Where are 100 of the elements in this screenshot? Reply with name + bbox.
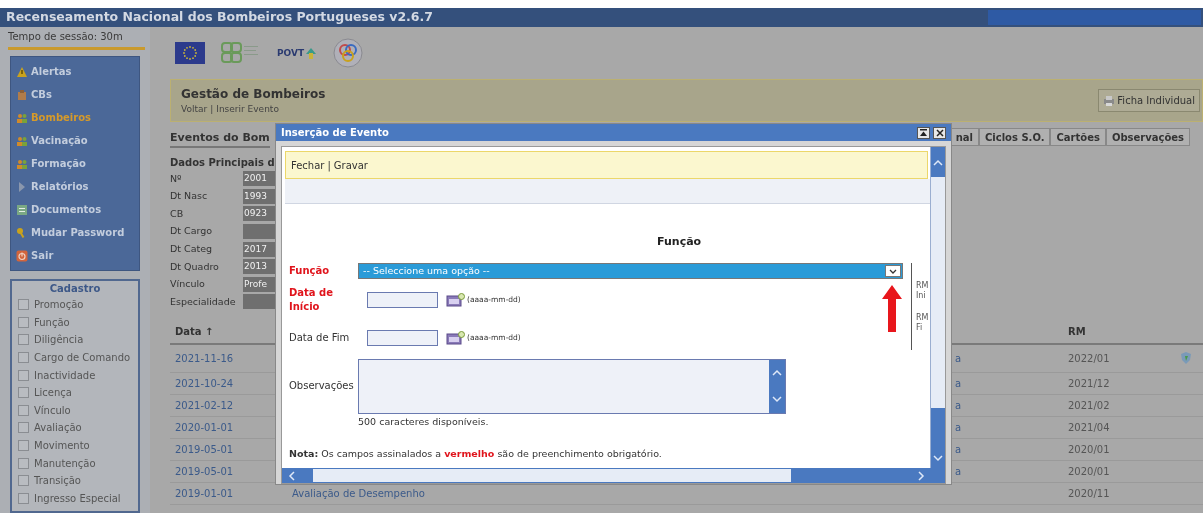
- calendar-icon[interactable]: [446, 330, 465, 345]
- window-title: Recenseamento Nacional dos Bombeiros Portugueses v2.6.7: [5, 8, 433, 27]
- field-value: 1993: [243, 188, 277, 204]
- up-arrow: [882, 285, 902, 332]
- table-cell-text: 2020/01: [1068, 464, 1111, 479]
- checkbox[interactable]: [18, 475, 29, 487]
- menu-item[interactable]: Mudar Password: [11, 221, 139, 244]
- separator: |: [210, 102, 214, 116]
- field-value: [243, 294, 277, 310]
- scroll-up-icon[interactable]: [933, 158, 943, 166]
- table-cell-text: 2021-11-16: [174, 351, 235, 366]
- table-cell-text: 2020/01: [1068, 442, 1111, 457]
- field-value: 2017: [243, 241, 277, 257]
- checkbox[interactable]: [18, 299, 29, 311]
- link[interactable]: Inserir Evento: [216, 102, 279, 117]
- field-label: Observações: [289, 379, 355, 393]
- subsection-title: Dados Principais d: [170, 156, 275, 170]
- field-value: [243, 224, 277, 240]
- ficha-individual-button[interactable]: Ficha Individual: [1098, 89, 1200, 112]
- scrollbar[interactable]: [769, 359, 785, 413]
- logo: POVT: [277, 46, 318, 60]
- power-icon: [16, 249, 28, 262]
- table-cell-text: 2022/01: [1068, 351, 1111, 366]
- link[interactable]: Voltar: [181, 102, 208, 117]
- document-icon: [16, 203, 28, 216]
- checkbox[interactable]: [18, 334, 29, 346]
- menu-item[interactable]: Vacinação: [11, 129, 139, 152]
- tab[interactable]: Cartões: [1050, 128, 1106, 146]
- caret-icon: [889, 268, 897, 274]
- table-cell-text: a: [955, 398, 963, 413]
- field-label: Dt Cargo: [170, 224, 214, 239]
- menu-item[interactable]: Sair: [11, 244, 139, 267]
- warning-icon: [16, 65, 28, 78]
- scroll-right-icon[interactable]: [918, 470, 925, 481]
- checkbox[interactable]: [18, 404, 29, 416]
- horizontal-scrollbar[interactable]: [282, 468, 945, 483]
- field-label: Dt Categ: [170, 242, 214, 257]
- observacoes-textarea[interactable]: [358, 358, 786, 414]
- session-timer: Tempo de sessão: 30m: [8, 29, 145, 50]
- table-cell-text: 2019-01-01: [174, 486, 235, 501]
- people-icon: [16, 157, 28, 170]
- checkbox-label: Avaliação: [34, 421, 82, 436]
- table-cell-text: a: [955, 464, 963, 479]
- checkbox[interactable]: [18, 369, 29, 381]
- table-cell-text: a: [955, 420, 963, 435]
- checkbox-label: Inactividade: [34, 368, 96, 383]
- checkbox-label: Transição: [34, 474, 81, 489]
- checkbox[interactable]: [18, 352, 29, 364]
- date-input[interactable]: [367, 291, 438, 308]
- tab[interactable]: Ciclos S.O.: [978, 128, 1051, 146]
- character-counter: 500 caracteres disponíveis.: [358, 414, 490, 429]
- menu-item[interactable]: Formação: [11, 152, 139, 175]
- field-value: Profe: [243, 276, 277, 292]
- close-button[interactable]: [933, 126, 946, 139]
- checkbox[interactable]: [18, 457, 29, 469]
- checkbox-label: Promoção: [34, 298, 84, 313]
- menu-item[interactable]: CBs: [11, 83, 139, 106]
- checkbox[interactable]: [18, 440, 29, 452]
- vertical-scrollbar[interactable]: [930, 147, 945, 468]
- menu-item[interactable]: Bombeiros: [11, 106, 139, 129]
- checkbox[interactable]: [18, 387, 29, 399]
- table-cell-text: 2019-05-01: [174, 464, 235, 479]
- maximize-button[interactable]: [917, 126, 930, 139]
- calendar-icon[interactable]: [446, 292, 465, 307]
- field-label: Dt Quadro: [170, 259, 220, 274]
- checkbox[interactable]: [18, 422, 29, 434]
- menu-item[interactable]: Alertas: [11, 60, 139, 83]
- table-cell-text: a: [955, 442, 963, 457]
- field-value: 2001: [243, 171, 277, 187]
- dialog-title: Inserção de Evento: [281, 126, 389, 140]
- checkbox[interactable]: [18, 492, 29, 504]
- link[interactable]: Gravar: [333, 157, 368, 173]
- field-label: Dt Nasc: [170, 189, 209, 204]
- checkbox-label: Manutenção: [34, 456, 96, 471]
- link[interactable]: Fechar: [291, 157, 325, 173]
- table-cell-text: 2020-01-01: [174, 420, 235, 435]
- checkbox-label: Cargo de Comando: [34, 351, 131, 366]
- checkbox[interactable]: [18, 316, 29, 328]
- menu-item[interactable]: Relatórios: [11, 175, 139, 198]
- field-label: Especialidade: [170, 294, 237, 309]
- scroll-up-icon[interactable]: [772, 369, 782, 377]
- scroll-left-icon[interactable]: [288, 470, 295, 481]
- people-icon: [16, 111, 28, 124]
- scroll-down-icon[interactable]: [933, 455, 943, 462]
- logo: [221, 41, 261, 65]
- field-label: Vínculo: [170, 277, 206, 292]
- funcao-dropdown[interactable]: -- Seleccione uma opção --: [358, 263, 903, 279]
- checkbox-label: Movimento: [34, 439, 90, 454]
- menu-item[interactable]: Documentos: [11, 198, 139, 221]
- scroll-down-icon[interactable]: [772, 395, 782, 403]
- table-cell-text: 2019-05-01: [174, 442, 235, 457]
- column-header[interactable]: RM: [1068, 324, 1086, 340]
- field-label: Função: [289, 264, 331, 278]
- table-cell-text: 2021/02: [1068, 398, 1111, 413]
- printer-icon: [1103, 94, 1116, 107]
- checkbox-label: Diligência: [34, 333, 84, 348]
- form-heading: Função: [657, 234, 702, 250]
- table-cell-text: a: [955, 376, 963, 391]
- tab[interactable]: Observações: [1105, 128, 1190, 146]
- date-input[interactable]: [367, 329, 438, 346]
